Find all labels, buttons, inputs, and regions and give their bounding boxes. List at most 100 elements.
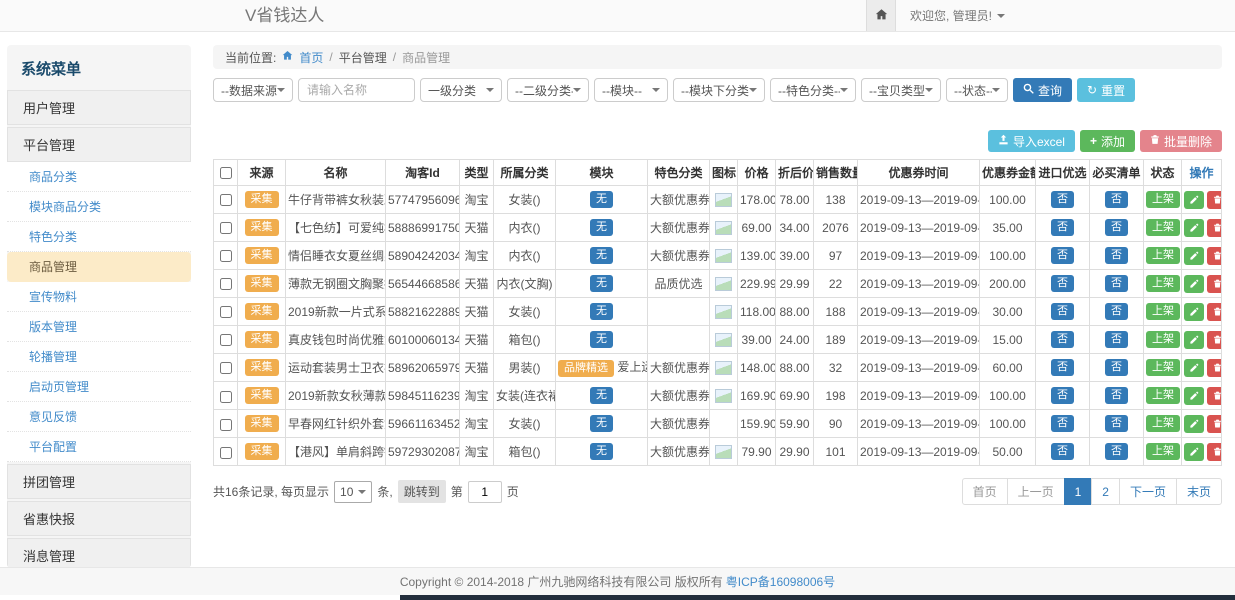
must-buy-toggle[interactable]: 否 [1105,275,1128,292]
edit-button[interactable] [1184,387,1204,405]
page-button-2[interactable]: 2 [1091,478,1120,505]
status-badge[interactable]: 上架 [1146,331,1180,348]
add-button[interactable]: + 添加 [1080,130,1135,152]
item-type-filter[interactable]: --宝贝类型-- [861,78,941,102]
imported-toggle[interactable]: 否 [1051,443,1074,460]
delete-button[interactable] [1207,247,1222,265]
import-excel-button[interactable]: 导入excel [988,130,1075,152]
must-buy-toggle[interactable]: 否 [1105,359,1128,376]
status-badge[interactable]: 上架 [1146,191,1180,208]
row-checkbox[interactable] [220,306,232,318]
imported-toggle[interactable]: 否 [1051,387,1074,404]
row-checkbox[interactable] [220,419,232,431]
sidebar-item-模块商品分类[interactable]: 模块商品分类 [7,192,191,222]
imported-toggle[interactable]: 否 [1051,247,1074,264]
sidebar-item-消息管理[interactable]: 消息管理 [7,538,191,568]
edit-button[interactable] [1184,415,1204,433]
status-badge[interactable]: 上架 [1146,247,1180,264]
sidebar-item-拼团管理[interactable]: 拼团管理 [7,464,191,499]
must-buy-toggle[interactable]: 否 [1105,247,1128,264]
delete-button[interactable] [1207,331,1222,349]
status-badge[interactable]: 上架 [1146,415,1180,432]
sidebar-item-启动页管理[interactable]: 启动页管理 [7,372,191,402]
sidebar-item-宣传物料[interactable]: 宣传物料 [7,282,191,312]
delete-button[interactable] [1207,387,1222,405]
jump-page-input[interactable] [468,481,502,503]
welcome-dropdown[interactable]: 欢迎您, 管理员! [896,0,1019,31]
row-checkbox[interactable] [220,278,232,290]
feature-category-filter[interactable]: --特色分类-- [770,78,856,102]
delete-button[interactable] [1207,359,1222,377]
must-buy-toggle[interactable]: 否 [1105,443,1128,460]
delete-button[interactable] [1207,275,1222,293]
module-filter[interactable]: --模块-- [594,78,668,102]
icp-link[interactable]: 粤ICP备16098006号 [726,573,835,590]
must-buy-toggle[interactable]: 否 [1105,331,1128,348]
jump-button[interactable]: 跳转到 [398,480,446,503]
row-checkbox[interactable] [220,362,232,374]
must-buy-toggle[interactable]: 否 [1105,387,1128,404]
row-checkbox[interactable] [220,334,232,346]
sidebar-item-平台管理[interactable]: 平台管理 [7,127,191,162]
page-button-1[interactable]: 1 [1064,478,1093,505]
module-sub-filter[interactable]: --模块下分类-- [673,78,765,102]
imported-toggle[interactable]: 否 [1051,359,1074,376]
module-badge[interactable]: 无 [590,387,613,404]
edit-button[interactable] [1184,247,1204,265]
edit-button[interactable] [1184,359,1204,377]
row-checkbox[interactable] [220,391,232,403]
per-page-select[interactable]: 10 [334,481,372,503]
select-all-checkbox[interactable] [220,167,232,179]
sidebar-item-商品分类[interactable]: 商品分类 [7,162,191,192]
must-buy-toggle[interactable]: 否 [1105,191,1128,208]
home-button[interactable] [866,0,896,31]
imported-toggle[interactable]: 否 [1051,415,1074,432]
status-badge[interactable]: 上架 [1146,387,1180,404]
imported-toggle[interactable]: 否 [1051,275,1074,292]
edit-button[interactable] [1184,303,1204,321]
imported-toggle[interactable]: 否 [1051,191,1074,208]
edit-button[interactable] [1184,275,1204,293]
level1-category-filter[interactable]: 一级分类 [420,78,502,102]
sidebar-item-商品管理[interactable]: 商品管理 [7,252,191,282]
delete-button[interactable] [1207,219,1222,237]
imported-toggle[interactable]: 否 [1051,219,1074,236]
batch-delete-button[interactable]: 批量删除 [1140,130,1222,152]
must-buy-toggle[interactable]: 否 [1105,303,1128,320]
status-badge[interactable]: 上架 [1146,359,1180,376]
delete-button[interactable] [1207,443,1222,461]
must-buy-toggle[interactable]: 否 [1105,219,1128,236]
edit-button[interactable] [1184,191,1204,209]
delete-button[interactable] [1207,303,1222,321]
delete-button[interactable] [1207,415,1222,433]
delete-button[interactable] [1207,191,1222,209]
status-badge[interactable]: 上架 [1146,275,1180,292]
search-button[interactable]: 查询 [1013,78,1072,102]
edit-button[interactable] [1184,219,1204,237]
sidebar-item-平台配置[interactable]: 平台配置 [7,432,191,462]
page-button-上一页[interactable]: 上一页 [1007,478,1065,505]
module-badge[interactable]: 无 [590,331,613,348]
status-badge[interactable]: 上架 [1146,219,1180,236]
sidebar-item-意见反馈[interactable]: 意见反馈 [7,402,191,432]
module-badge[interactable]: 无 [590,303,613,320]
name-search-input[interactable] [298,78,415,102]
edit-button[interactable] [1184,331,1204,349]
status-filter[interactable]: --状态-- [946,78,1008,102]
module-badge[interactable]: 无 [590,415,613,432]
imported-toggle[interactable]: 否 [1051,303,1074,320]
breadcrumb-home-link[interactable]: 首页 [299,49,323,66]
reset-button[interactable]: ↻ 重置 [1077,78,1135,102]
module-badge[interactable]: 无 [590,191,613,208]
data-source-filter[interactable]: --数据来源-- [213,78,293,102]
sidebar-item-省惠快报[interactable]: 省惠快报 [7,501,191,536]
level2-category-filter[interactable]: --二级分类-- [507,78,589,102]
module-badge[interactable]: 无 [590,247,613,264]
row-checkbox[interactable] [220,222,232,234]
sidebar-item-版本管理[interactable]: 版本管理 [7,312,191,342]
module-badge[interactable]: 无 [590,443,613,460]
row-checkbox[interactable] [220,194,232,206]
status-badge[interactable]: 上架 [1146,303,1180,320]
must-buy-toggle[interactable]: 否 [1105,415,1128,432]
row-checkbox[interactable] [220,250,232,262]
